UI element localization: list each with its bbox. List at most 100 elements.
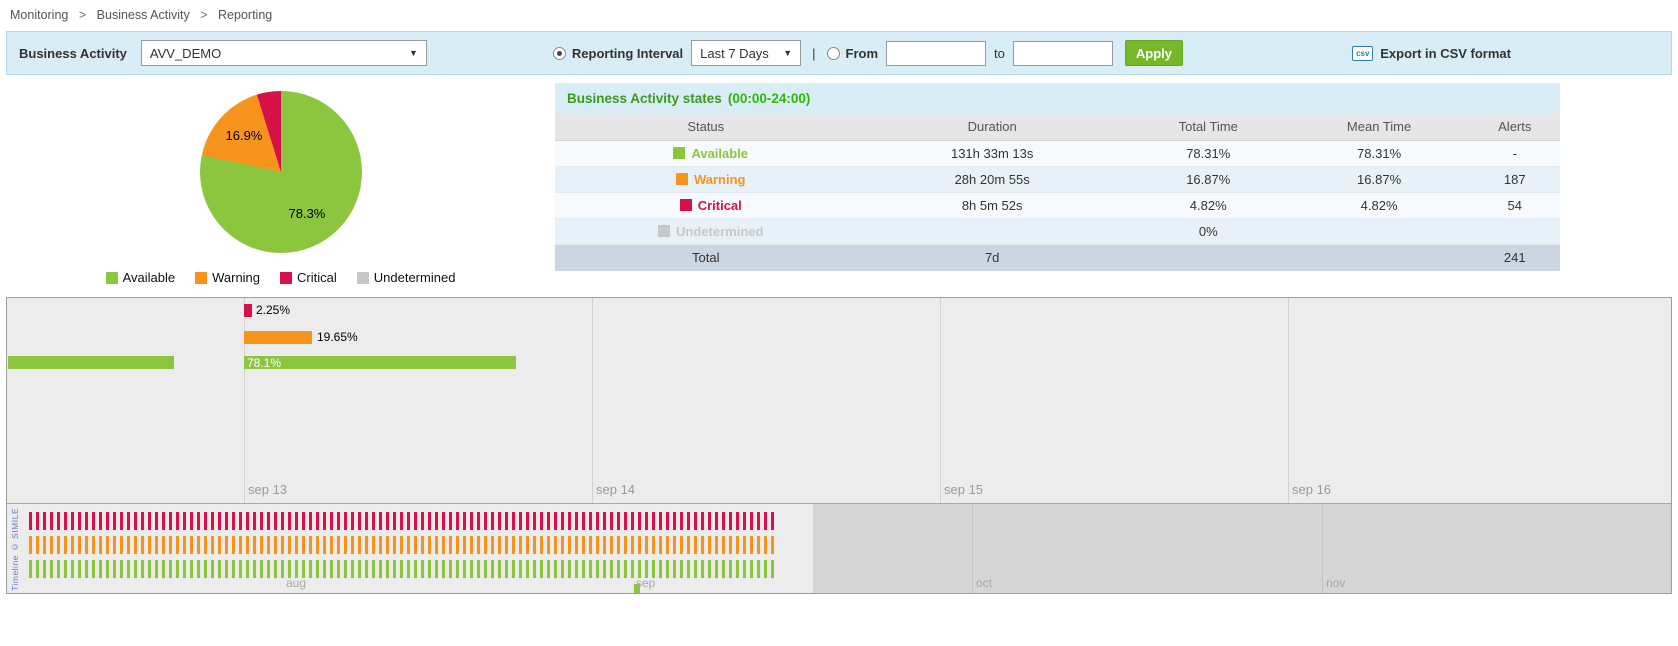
business-activity-selected-value: AVV_DEMO: [150, 46, 221, 61]
timeline-day-gridline: [592, 298, 593, 503]
csv-file-icon: csv: [1352, 46, 1373, 61]
col-header-duration: Duration: [857, 113, 1128, 140]
legend-item-warning: Warning: [195, 270, 260, 285]
col-header-status: Status: [555, 113, 857, 140]
export-csv-button[interactable]: csv Export in CSV format: [1352, 46, 1511, 61]
cell-mean-time: 16.87%: [1289, 166, 1470, 192]
custom-range-radio[interactable]: [827, 47, 840, 60]
cell-duration: [857, 218, 1128, 244]
from-date-input[interactable]: [886, 41, 986, 66]
cell-duration: 8h 5m 52s: [857, 192, 1128, 218]
legend-item-critical: Critical: [280, 270, 337, 285]
breadcrumb-business-activity[interactable]: Business Activity: [97, 8, 190, 22]
legend-swatch-available: [106, 272, 118, 284]
table-row-warning: Warning 28h 20m 55s 16.87% 16.87% 187: [555, 166, 1560, 192]
table-row-critical: Critical 8h 5m 52s 4.82% 4.82% 54: [555, 192, 1560, 218]
timeline-date-label: sep 14: [596, 482, 635, 497]
pie-chart: [200, 91, 362, 253]
timeline-day-gridline: [1288, 298, 1289, 503]
timeline-overview-band[interactable]: aug sep oct nov Timeline © SIMILE: [7, 503, 1671, 593]
cell-total-time: 78.31%: [1128, 140, 1289, 166]
timeline-bar-critical[interactable]: [244, 304, 252, 317]
pie-label-warning: 16.9%: [226, 128, 263, 143]
business-activity-label: Business Activity: [19, 46, 127, 61]
status-label: Undetermined: [676, 224, 763, 239]
legend-swatch-undetermined: [357, 272, 369, 284]
timeline-month-gridline: [972, 504, 973, 593]
reporting-interval-label: Reporting Interval: [572, 46, 683, 61]
table-row-total: Total 7d 241: [555, 244, 1560, 271]
breadcrumb-reporting: Reporting: [218, 8, 272, 22]
cell-mean-time: 4.82%: [1289, 192, 1470, 218]
cell-alerts: [1470, 218, 1560, 244]
timeline-month-label: sep: [636, 576, 655, 590]
main-content: 16.9% 78.3% Available Warning Critical: [6, 83, 1672, 285]
timeline-bar-label-warning: 19.65%: [317, 331, 358, 344]
status-color-swatch: [673, 147, 685, 159]
timeline-widget: 2.25% 19.65% 78.1% sep 13 sep 14 sep 15 …: [6, 297, 1672, 594]
timeline-main-band[interactable]: 2.25% 19.65% 78.1% sep 13 sep 14 sep 15 …: [7, 298, 1671, 503]
timeline-bar-warning[interactable]: [244, 331, 312, 344]
chevron-down-icon: ▼: [783, 48, 792, 58]
timeline-date-label: sep 13: [248, 482, 287, 497]
states-table-title-range: (00:00-24:00): [728, 91, 811, 106]
table-row-available: Available 131h 33m 13s 78.31% 78.31% -: [555, 140, 1560, 166]
timeline-day-gridline: [244, 298, 245, 503]
pie-legend: Available Warning Critical Undetermined: [106, 270, 456, 285]
reporting-interval-radio[interactable]: [553, 47, 566, 60]
table-row-undetermined: Undetermined 0%: [555, 218, 1560, 244]
breadcrumb: Monitoring > Business Activity > Reporti…: [6, 4, 1672, 31]
pie-panel: 16.9% 78.3% Available Warning Critical: [6, 83, 555, 285]
reporting-interval-select[interactable]: Last 7 Days ▼: [691, 40, 801, 66]
page: Monitoring > Business Activity > Reporti…: [0, 0, 1678, 598]
timeline-ticks-critical: [29, 512, 776, 530]
timeline-day-gridline: [940, 298, 941, 503]
timeline-bar-available-previous[interactable]: [8, 356, 174, 369]
apply-button[interactable]: Apply: [1125, 40, 1183, 66]
states-table-title-text: Business Activity states: [567, 91, 722, 106]
status-color-swatch: [680, 199, 692, 211]
status-label: Critical: [698, 198, 742, 213]
toolbar-pipe-separator: |: [812, 46, 815, 61]
to-date-input[interactable]: [1013, 41, 1113, 66]
legend-item-undetermined: Undetermined: [357, 270, 456, 285]
legend-label: Critical: [297, 270, 337, 285]
reporting-interval-selected-value: Last 7 Days: [700, 46, 769, 61]
legend-swatch-critical: [280, 272, 292, 284]
timeline-bar-available[interactable]: 78.1%: [244, 356, 516, 369]
timeline-month-label: aug: [286, 576, 306, 590]
legend-label: Available: [123, 270, 176, 285]
total-mean-time: [1289, 244, 1470, 271]
cell-mean-time: 78.31%: [1289, 140, 1470, 166]
total-alerts: 241: [1470, 244, 1560, 271]
cell-duration: 131h 33m 13s: [857, 140, 1128, 166]
timeline-ticks-available: [29, 560, 776, 578]
export-csv-label: Export in CSV format: [1380, 46, 1511, 61]
states-table-title: Business Activity states (00:00-24:00): [555, 83, 1560, 113]
status-color-swatch: [658, 225, 670, 237]
cell-total-time: 16.87%: [1128, 166, 1289, 192]
legend-label: Undetermined: [374, 270, 456, 285]
legend-swatch-warning: [195, 272, 207, 284]
timeline-date-label: sep 15: [944, 482, 983, 497]
toolbar: Business Activity AVV_DEMO ▼ Reporting I…: [6, 31, 1672, 75]
breadcrumb-separator: >: [79, 8, 86, 22]
cell-total-time: 0%: [1128, 218, 1289, 244]
legend-item-available: Available: [106, 270, 176, 285]
timeline-credit: Timeline © SIMILE: [10, 508, 20, 591]
cell-alerts: 54: [1470, 192, 1560, 218]
total-duration: 7d: [857, 244, 1128, 271]
col-header-total-time: Total Time: [1128, 113, 1289, 140]
status-color-swatch: [676, 173, 688, 185]
timeline-month-label: nov: [1326, 576, 1345, 590]
status-label: Available: [691, 146, 748, 161]
table-header-row: Status Duration Total Time Mean Time Ale…: [555, 113, 1560, 140]
timeline-month-label: oct: [976, 576, 992, 590]
timeline-date-label: sep 16: [1292, 482, 1331, 497]
col-header-mean-time: Mean Time: [1289, 113, 1470, 140]
states-table-panel: Business Activity states (00:00-24:00) S…: [555, 83, 1560, 285]
states-table: Status Duration Total Time Mean Time Ale…: [555, 113, 1560, 271]
breadcrumb-monitoring[interactable]: Monitoring: [10, 8, 68, 22]
status-label: Warning: [694, 172, 746, 187]
business-activity-select[interactable]: AVV_DEMO ▼: [141, 40, 427, 66]
